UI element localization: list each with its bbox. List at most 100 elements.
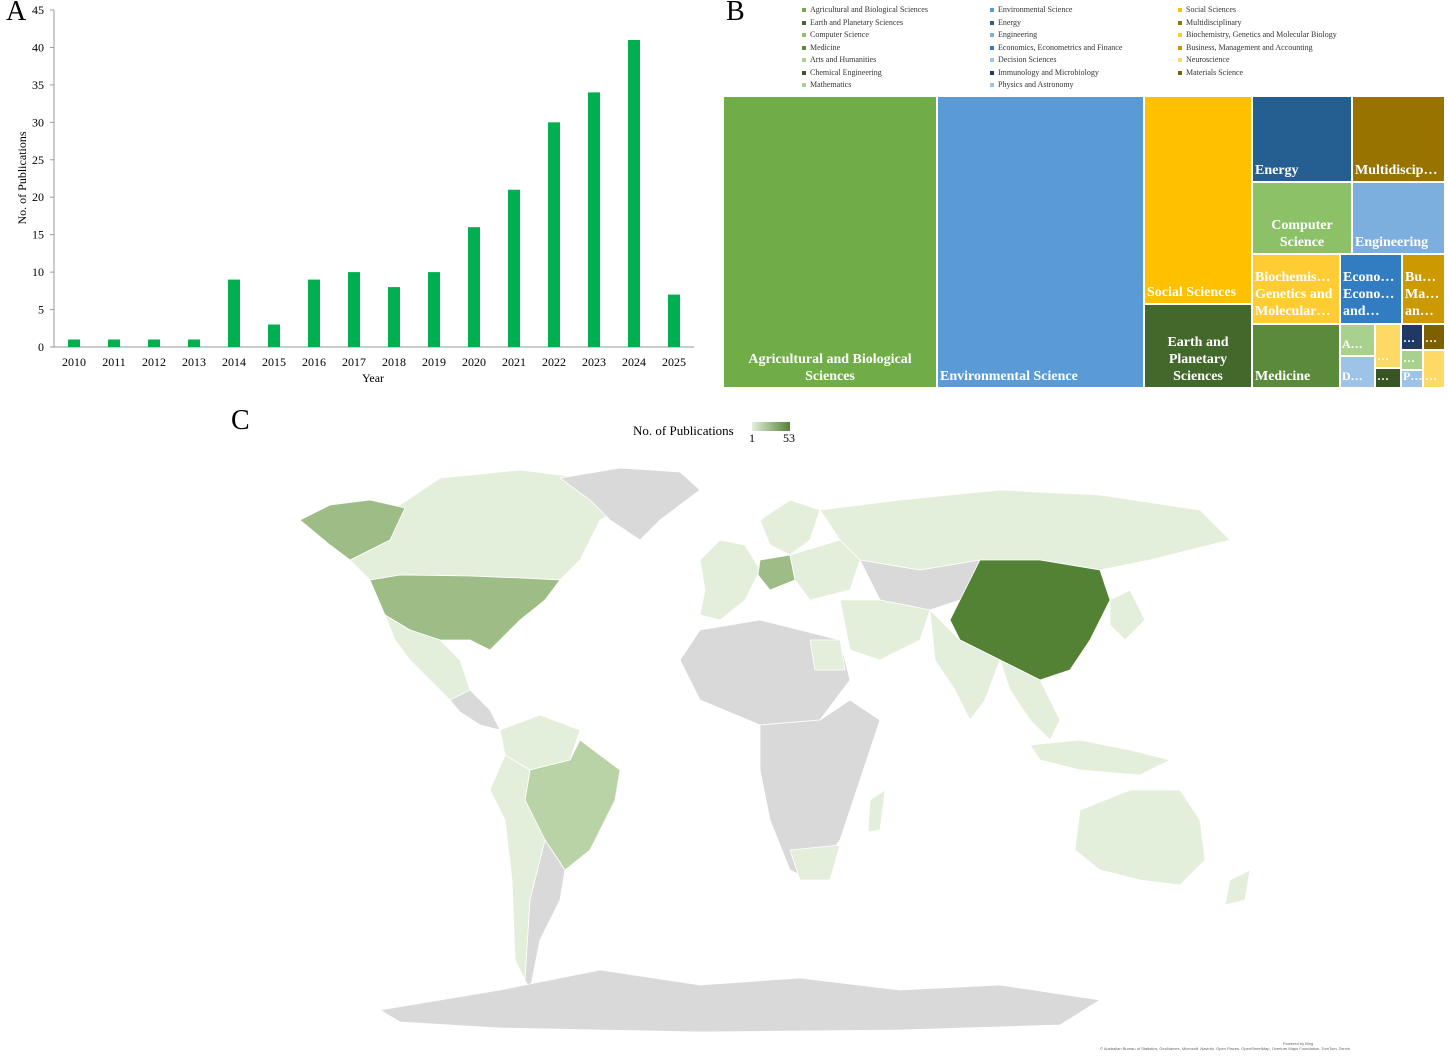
y-tick-label: 10 [32, 265, 44, 279]
y-tick-label: 30 [32, 115, 44, 129]
treemap-cell-label: Econo… Econo… and… [1343, 270, 1395, 319]
legend-label: Physics and Astronomy [998, 80, 1074, 89]
treemap-cell: … [1375, 368, 1401, 388]
legend-label: Earth and Planetary Sciences [810, 17, 904, 27]
bar-2013 [188, 339, 200, 347]
bar-2025 [668, 294, 680, 347]
bar-2023 [588, 92, 600, 347]
legend-label: Medicine [810, 42, 841, 52]
bar-2012 [148, 339, 160, 347]
legend-item: Agricultural and Biological Sciences [802, 5, 928, 14]
legend-label: Arts and Humanities [810, 55, 877, 64]
new-zealand [1224, 869, 1251, 906]
treemap-cell: Bu… Ma… an… [1402, 254, 1445, 324]
bar-2024 [628, 39, 640, 347]
y-tick-label: 15 [32, 228, 44, 242]
legend-item: Materials Science [1178, 68, 1243, 77]
x-tick-label: 2010 [62, 355, 86, 369]
legend-swatch [802, 70, 806, 75]
bar-2011 [108, 339, 120, 347]
treemap-cell: A… [1340, 324, 1375, 356]
legend-swatch [802, 8, 806, 13]
y-axis-title: No. of Publications [15, 131, 29, 224]
bar-chart-panel: A 0 5 10 15 20 25 30 35 40 45 2010 2011 2012 2013 2014… [0, 0, 700, 400]
treemap-cell: Computer Science [1252, 182, 1352, 254]
legend-swatch [1178, 45, 1182, 50]
bar-2015 [268, 324, 280, 347]
legend-label: Agricultural and Biological Sciences [810, 5, 928, 14]
treemap-cell: Biochemis… Genetics and Molecular… [1252, 254, 1340, 324]
panel-c-letter: C [231, 405, 250, 436]
middle-east [839, 599, 931, 661]
indonesia [1029, 739, 1172, 776]
map-legend-title: No. of Publications [633, 423, 734, 438]
y-tick-label: 0 [38, 340, 44, 354]
x-tick-label: 2018 [382, 355, 406, 369]
scandinavia [759, 499, 821, 556]
legend-item: Arts and Humanities [802, 55, 876, 64]
legend-item: Decision Sciences [990, 55, 1056, 64]
treemap-cell-label: D… [1342, 369, 1363, 383]
legend-item: Mathematics [802, 80, 851, 89]
treemap-legend: Agricultural and Biological Sciences Envi… [802, 5, 1442, 93]
treemap-cell: Multidiscip… [1352, 96, 1445, 182]
legend-label: Engineering [998, 30, 1038, 39]
legend-item: Neuroscience [1178, 55, 1230, 64]
treemap-cell: Earth and Planetary Sciences [1144, 304, 1252, 388]
treemap-cell-label: … [1425, 369, 1437, 383]
treemap-cell: … [1375, 324, 1401, 368]
legend-label: Biochemistry, Genetics and Molecular Bio… [1186, 30, 1337, 39]
y-tick-label: 25 [32, 153, 44, 167]
map-panel: C No. of Publications 1 53 Powered by Bi… [0, 405, 1448, 1056]
africa-north [679, 619, 851, 726]
map-colorbar-max: 53 [783, 431, 795, 445]
bar-2014 [228, 279, 240, 347]
legend-label: Materials Science [1186, 67, 1244, 77]
bar-2018 [388, 287, 400, 347]
x-tick-label: 2025 [662, 355, 686, 369]
bar-2010 [68, 339, 80, 347]
legend-swatch [802, 20, 806, 25]
treemap-cell-label: P… [1403, 370, 1423, 383]
legend-swatch [990, 33, 994, 38]
germany [757, 554, 796, 591]
x-tick-label: 2014 [222, 355, 246, 369]
madagascar [867, 789, 886, 833]
treemap-cell: … [1401, 324, 1423, 350]
legend-item: Physics and Astronomy [990, 80, 1074, 89]
panel-b-letter: B [726, 0, 745, 27]
legend-swatch [990, 58, 994, 63]
legend-label: Economics, Econometrics and Finance [998, 42, 1123, 52]
x-tick-label: 2023 [582, 355, 606, 369]
y-tick-label: 5 [38, 303, 44, 317]
legend-label: Mathematics [810, 80, 852, 89]
legend-label: Environmental Science [998, 5, 1073, 14]
treemap-cell-label: Agricultural and Biological Sciences [748, 352, 912, 384]
legend-swatch [802, 45, 806, 50]
y-tick-label: 20 [32, 190, 44, 204]
legend-label: Chemical Engineering [810, 67, 882, 77]
treemap-cell: Agricultural and Biological Sciences [723, 96, 937, 388]
treemap-cell-label: Engineering [1355, 235, 1429, 250]
treemap-cell-label: … [1403, 351, 1415, 365]
treemap-cell: Social Sciences [1144, 96, 1252, 304]
treemap-cell-label: Biochemis… Genetics and Molecular… [1255, 270, 1333, 319]
bar-2017 [348, 272, 360, 347]
south-africa [789, 844, 841, 881]
treemap-cell: Energy [1252, 96, 1352, 182]
y-tick-label: 45 [32, 3, 44, 17]
treemap-cell-label: … [1403, 331, 1415, 345]
legend-label: Computer Science [810, 30, 869, 39]
legend-item: Medicine [802, 43, 840, 52]
x-tick-label: 2020 [462, 355, 486, 369]
legend-item: Environmental Science [990, 5, 1072, 14]
map-colorbar-min: 1 [749, 431, 755, 445]
legend-swatch [802, 33, 806, 38]
treemap-cell-label: Social Sciences [1147, 285, 1237, 300]
treemap-cell-label: Environmental Science [940, 369, 1078, 384]
treemap: Agricultural and Biological Sciences Envi… [723, 96, 1445, 388]
legend-swatch [990, 70, 994, 75]
bar-2019 [428, 272, 440, 347]
panel-a-letter: A [6, 0, 27, 27]
treemap-cell: … [1423, 324, 1445, 350]
